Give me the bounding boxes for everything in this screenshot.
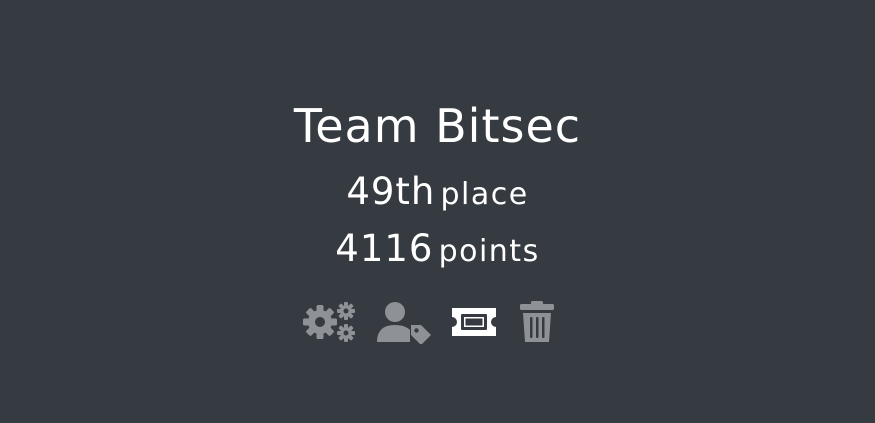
settings-button[interactable] xyxy=(303,300,357,344)
points-value: 4116 xyxy=(335,227,434,270)
team-place: 49th place xyxy=(0,170,875,221)
gears-icon xyxy=(303,302,355,342)
team-panel: Team Bitsec 49th place 4116 points xyxy=(0,0,875,423)
delete-button[interactable] xyxy=(518,300,558,344)
trash-icon xyxy=(520,301,554,342)
points-unit: points xyxy=(438,234,540,269)
ticket-button[interactable] xyxy=(450,300,500,344)
team-points: 4116 points xyxy=(0,227,875,278)
place-unit: place xyxy=(440,177,529,212)
user-tag-button[interactable] xyxy=(376,300,432,344)
team-actions xyxy=(303,300,563,344)
place-value: 49th xyxy=(346,170,436,213)
ticket-icon xyxy=(452,308,496,336)
team-name: Team Bitsec xyxy=(293,99,582,153)
user-tag-icon xyxy=(377,302,431,344)
